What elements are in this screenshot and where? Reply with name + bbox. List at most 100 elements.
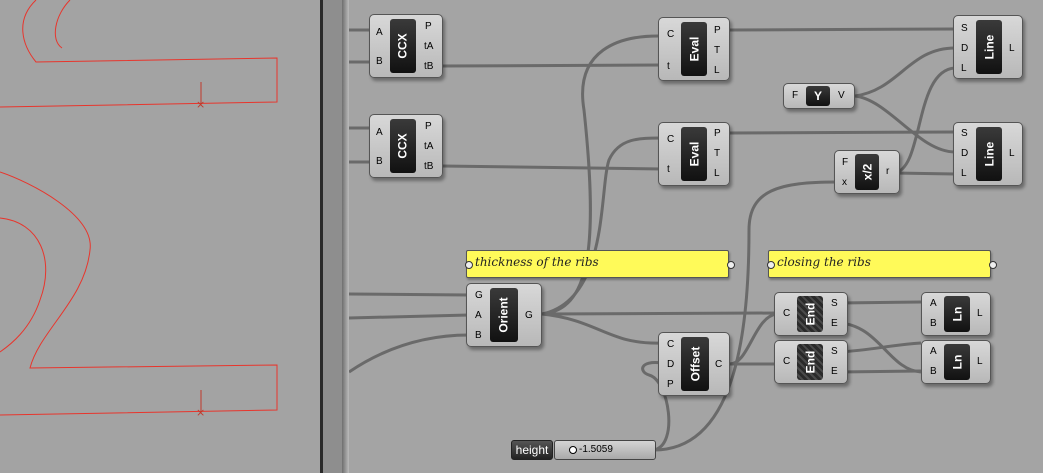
wire [541, 312, 663, 345]
input-a[interactable]: A [376, 28, 383, 38]
window-gap [323, 0, 342, 473]
wire [349, 313, 470, 320]
input-f[interactable]: F [792, 91, 798, 101]
input-t[interactable]: t [667, 165, 670, 175]
rib-curve-top-inner [54, 0, 71, 49]
comment-panel-closing[interactable]: closing the ribs [768, 250, 991, 278]
wire [441, 63, 663, 68]
input-b[interactable]: B [475, 331, 482, 341]
wire [728, 130, 956, 135]
output-l[interactable]: L [1009, 44, 1015, 54]
input-t[interactable]: t [667, 62, 670, 72]
offset-component[interactable]: C D P Offset C [658, 332, 730, 396]
input-c[interactable]: C [667, 30, 674, 40]
eval-label: Eval [681, 127, 707, 181]
ccx-component[interactable]: A B CCX P tA tB [369, 114, 443, 178]
input-f[interactable]: F [842, 158, 848, 168]
wire [728, 312, 778, 366]
rhino-viewport[interactable]: × × [0, 0, 320, 473]
output-e[interactable]: E [831, 319, 838, 329]
orient-label: Orient [490, 288, 518, 342]
output-s[interactable]: S [831, 347, 838, 357]
comment-panel-thickness[interactable]: thickness of the ribs [466, 250, 729, 278]
output-ta[interactable]: tA [424, 42, 433, 52]
rib-curve-top [0, 0, 278, 108]
output-l[interactable]: L [714, 169, 720, 179]
offset-label: Offset [681, 337, 709, 391]
slider-knob-icon[interactable] [569, 446, 577, 454]
canvas-edge [342, 0, 349, 473]
slider-value: -1.5059 [579, 444, 613, 455]
line-component[interactable]: S D L Line L [953, 122, 1023, 186]
ccx-label: CCX [390, 119, 416, 173]
output-g[interactable]: G [525, 311, 533, 321]
input-a[interactable]: A [930, 299, 937, 309]
unit-y-label: Y [806, 86, 830, 106]
slider-track[interactable]: -1.5059 [554, 440, 656, 460]
eval-component[interactable]: C t Eval P T L [658, 122, 730, 186]
panel-grip[interactable] [989, 261, 997, 269]
svg-text:×: × [196, 98, 205, 111]
output-e[interactable]: E [831, 367, 838, 377]
output-v[interactable]: V [838, 91, 845, 101]
output-r[interactable]: r [886, 167, 889, 177]
input-c[interactable]: C [667, 135, 674, 145]
panel-grip[interactable] [465, 261, 473, 269]
line-component[interactable]: S D L Line L [953, 15, 1023, 79]
input-d[interactable]: D [961, 44, 968, 54]
output-tb[interactable]: tB [424, 162, 433, 172]
input-d[interactable]: D [961, 149, 968, 159]
panel-grip[interactable] [767, 261, 775, 269]
grasshopper-canvas[interactable]: A B CCX P tA tB A B CCX P tA tB C t Eval… [349, 0, 1043, 473]
input-x[interactable]: x [842, 178, 847, 188]
ln-component[interactable]: A B Ln L [921, 292, 991, 336]
input-b[interactable]: B [930, 367, 937, 377]
orient-component[interactable]: G A B Orient G [466, 283, 542, 347]
output-s[interactable]: S [831, 299, 838, 309]
input-a[interactable]: A [376, 128, 383, 138]
input-a[interactable]: A [475, 311, 482, 321]
input-p[interactable]: P [667, 380, 674, 390]
wire [838, 300, 922, 305]
panel-grip[interactable] [727, 261, 735, 269]
input-c[interactable]: C [783, 357, 790, 367]
end-points-component[interactable]: C End S E [774, 292, 848, 336]
output-c[interactable]: C [715, 360, 722, 370]
wire [893, 171, 956, 176]
input-s[interactable]: S [961, 129, 968, 139]
end-points-component[interactable]: C End S E [774, 340, 848, 384]
input-c[interactable]: C [783, 309, 790, 319]
input-l[interactable]: L [961, 64, 967, 74]
ccx-component[interactable]: A B CCX P tA tB [369, 14, 443, 78]
wire [541, 136, 663, 316]
input-b[interactable]: B [376, 57, 383, 67]
input-s[interactable]: S [961, 24, 968, 34]
ln-component[interactable]: A B Ln L [921, 340, 991, 384]
output-t[interactable]: T [714, 46, 720, 56]
eval-label: Eval [681, 22, 707, 76]
output-l[interactable]: L [714, 66, 720, 76]
expression-component[interactable]: F x x/2 r [834, 150, 900, 194]
output-p[interactable]: P [714, 26, 721, 36]
input-b[interactable]: B [376, 157, 383, 167]
input-g[interactable]: G [475, 291, 483, 301]
output-l[interactable]: L [977, 309, 983, 319]
output-p[interactable]: P [425, 122, 432, 132]
input-l[interactable]: L [961, 169, 967, 179]
input-c[interactable]: C [667, 340, 674, 350]
input-d[interactable]: D [667, 360, 674, 370]
output-tb[interactable]: tB [424, 62, 433, 72]
eval-component[interactable]: C t Eval P T L [658, 17, 730, 81]
input-a[interactable]: A [930, 347, 937, 357]
output-ta[interactable]: tA [424, 142, 433, 152]
unit-y-component[interactable]: F Y V [783, 83, 855, 109]
output-p[interactable]: P [425, 22, 432, 32]
svg-text:×: × [196, 406, 205, 419]
output-l[interactable]: L [977, 357, 983, 367]
height-slider[interactable]: height -1.5059 [511, 440, 656, 460]
wire [893, 66, 956, 175]
output-p[interactable]: P [714, 129, 721, 139]
input-b[interactable]: B [930, 319, 937, 329]
output-t[interactable]: T [714, 149, 720, 159]
output-l[interactable]: L [1009, 149, 1015, 159]
